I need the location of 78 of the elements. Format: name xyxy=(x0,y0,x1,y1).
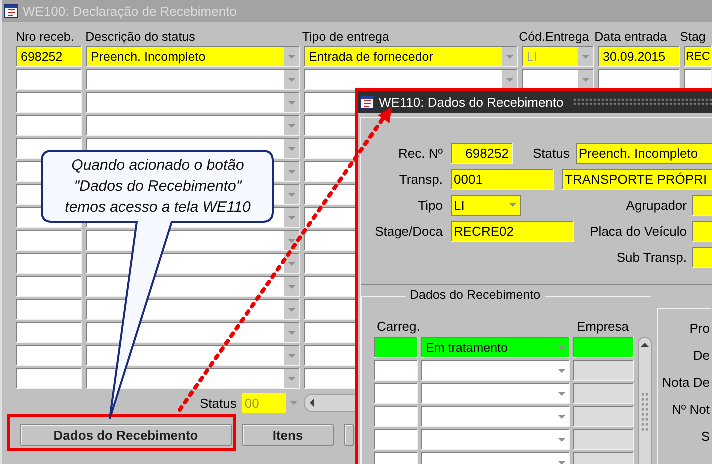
input-field[interactable] xyxy=(16,92,82,113)
field-label: Tipo xyxy=(417,198,443,212)
form-button[interactable]: Dados do Recebimento xyxy=(20,424,232,446)
input-field[interactable] xyxy=(16,322,82,343)
dropdown-field[interactable] xyxy=(421,383,570,404)
input-field[interactable] xyxy=(598,69,680,90)
input-field[interactable] xyxy=(374,383,418,404)
app-icon xyxy=(360,94,376,110)
input-field[interactable]: 698252 xyxy=(451,142,513,164)
window-title: WE100: Declaração de Recebimento xyxy=(23,4,237,18)
input-field[interactable]: TRANSPORTE PRÓPRI xyxy=(562,168,712,190)
input-field[interactable]: 30.09.2015 xyxy=(598,46,680,67)
dropdown-field[interactable]: LI xyxy=(451,194,521,216)
column-header: Nro receb. xyxy=(16,30,76,44)
input-field[interactable]: 0001 xyxy=(451,168,554,190)
section-title: Dados do Recebimento xyxy=(406,288,545,302)
dropdown-field[interactable] xyxy=(86,322,300,343)
dropdown-field[interactable] xyxy=(86,345,300,366)
input-field[interactable] xyxy=(16,230,82,251)
input-field[interactable]: RECRE02 xyxy=(451,220,574,242)
input-field[interactable] xyxy=(16,276,82,297)
input-field xyxy=(573,429,634,450)
input-field xyxy=(573,406,634,427)
field-label: Pro xyxy=(688,321,710,337)
dropdown-field[interactable]: Entrada de fornecedor xyxy=(304,46,518,67)
input-field[interactable] xyxy=(374,406,418,427)
column-header: Cód.Entrega xyxy=(519,30,590,44)
status-label: Status xyxy=(200,396,237,410)
field-label: Nº Not xyxy=(671,402,710,418)
input-field[interactable] xyxy=(374,337,418,358)
input-field[interactable] xyxy=(16,253,82,274)
dropdown-field[interactable] xyxy=(304,69,518,90)
form-button[interactable] xyxy=(344,424,354,446)
input-field[interactable] xyxy=(684,69,712,90)
title-grip-icon xyxy=(572,98,712,106)
field-label: Stage/Doca xyxy=(374,224,443,238)
dropdown-field[interactable]: Preench. Incompleto xyxy=(576,142,712,164)
input-field xyxy=(573,360,634,381)
input-field[interactable] xyxy=(16,115,82,136)
dropdown-field[interactable] xyxy=(421,360,570,381)
dropdown-field[interactable] xyxy=(86,115,300,136)
field-label: Rec. Nº xyxy=(398,146,443,160)
column-header: Stag xyxy=(680,30,707,44)
vertical-scrollbar[interactable] xyxy=(638,337,652,464)
input-field[interactable] xyxy=(374,360,418,381)
input-field xyxy=(573,337,634,358)
field-label: Transp. xyxy=(398,172,443,186)
field-label: Placa do Veículo xyxy=(589,224,687,238)
input-field[interactable]: REC xyxy=(684,46,712,67)
field-label: Sub Transp. xyxy=(616,250,687,264)
dropdown-field[interactable] xyxy=(86,92,300,113)
dropdown-field[interactable]: Em tratamento xyxy=(421,337,570,358)
column-header: Tipo de entrega xyxy=(302,30,390,44)
field-label: Status xyxy=(533,146,570,160)
dropdown-field[interactable]: Preench. Incompleto xyxy=(86,46,300,67)
dropdown-field[interactable] xyxy=(86,368,300,389)
dropdown-field[interactable] xyxy=(86,69,300,90)
input-field xyxy=(573,383,634,404)
column-header: Descrição do status xyxy=(86,30,196,44)
scroll-grip-icon xyxy=(641,392,649,432)
field-label: Nota De xyxy=(661,375,710,391)
field-label: De xyxy=(692,348,710,364)
input-field[interactable]: 698252 xyxy=(16,46,82,67)
column-header: Carreg. xyxy=(376,319,422,335)
input-field[interactable] xyxy=(16,368,82,389)
input-field[interactable] xyxy=(16,345,82,366)
column-header: Empresa xyxy=(577,319,630,335)
column-header: Data entrada xyxy=(594,30,668,44)
window-title: WE110: Dados do Recebimento xyxy=(379,94,564,110)
field-label: Agrupador xyxy=(625,198,687,212)
dropdown-field[interactable] xyxy=(421,429,570,450)
input-field[interactable] xyxy=(374,429,418,450)
app-icon xyxy=(4,3,20,19)
dropdown-field[interactable] xyxy=(421,406,570,427)
input-field[interactable] xyxy=(16,69,82,90)
form-button[interactable]: Itens xyxy=(242,424,334,446)
input-field[interactable] xyxy=(16,299,82,320)
field-label: S xyxy=(700,429,710,445)
